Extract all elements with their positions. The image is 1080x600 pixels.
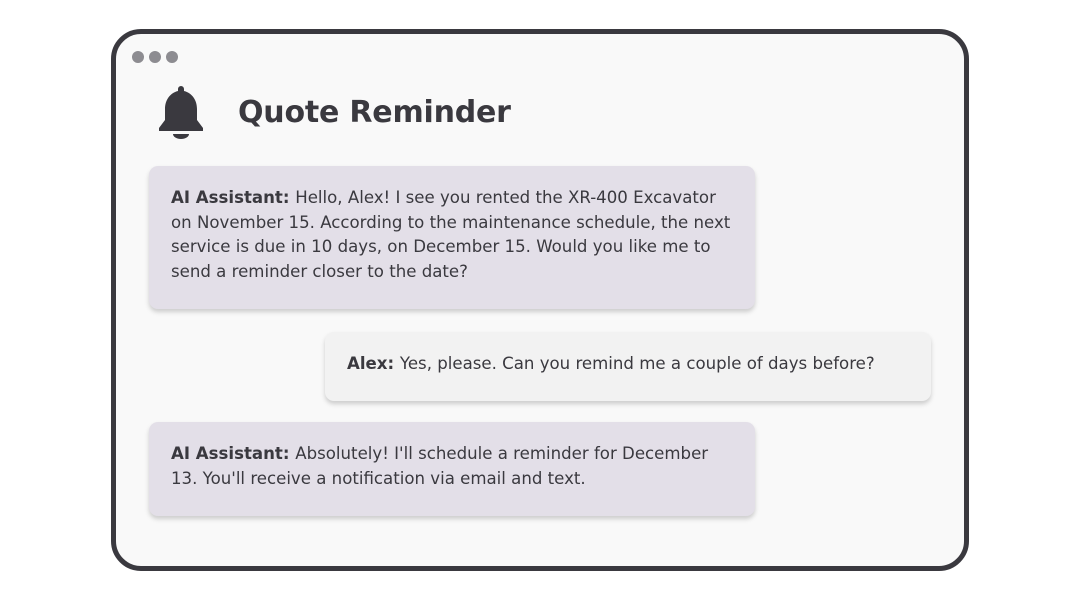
window-header: Quote Reminder	[156, 82, 511, 142]
window-control-dot-1[interactable]	[132, 51, 144, 63]
window-title: Quote Reminder	[238, 94, 511, 130]
message-speaker: AI Assistant:	[171, 188, 296, 207]
user-message: Alex: Yes, please. Can you remind me a c…	[325, 332, 931, 401]
message-speaker: AI Assistant:	[171, 444, 296, 463]
bell-icon	[159, 86, 203, 139]
message-text: Yes, please. Can you remind me a couple …	[399, 354, 875, 373]
assistant-message: AI Assistant: Absolutely! I'll schedule …	[149, 422, 755, 516]
message-speaker: Alex:	[347, 354, 400, 373]
window-controls	[132, 51, 178, 63]
assistant-message: AI Assistant: Hello, Alex! I see you ren…	[149, 166, 755, 309]
window-control-dot-3[interactable]	[166, 51, 178, 63]
app-window: Quote Reminder AI Assistant: Hello, Alex…	[111, 29, 969, 571]
window-control-dot-2[interactable]	[149, 51, 161, 63]
